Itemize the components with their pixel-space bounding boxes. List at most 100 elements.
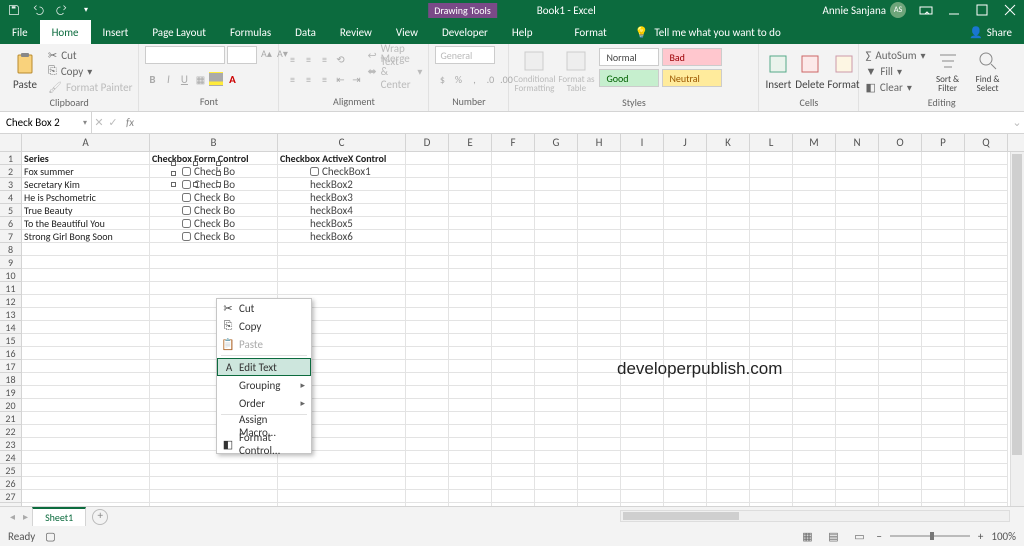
row-header[interactable]: 14 — [0, 321, 22, 334]
cell[interactable] — [406, 165, 449, 178]
cell[interactable] — [664, 399, 707, 412]
cell[interactable] — [750, 230, 793, 243]
cell[interactable] — [492, 165, 535, 178]
cell[interactable] — [578, 425, 621, 438]
col-header[interactable]: G — [535, 134, 578, 151]
cell[interactable] — [707, 282, 750, 295]
cell[interactable] — [750, 438, 793, 451]
cell[interactable] — [750, 269, 793, 282]
cell[interactable] — [22, 321, 150, 334]
cell[interactable] — [492, 490, 535, 503]
row-header[interactable]: 27 — [0, 490, 22, 503]
cell[interactable] — [793, 152, 836, 165]
cell[interactable] — [621, 282, 664, 295]
format-cells-button[interactable]: Format — [829, 46, 859, 96]
find-select-button[interactable]: Find &Select — [970, 46, 1006, 96]
cell[interactable] — [492, 451, 535, 464]
cell[interactable] — [707, 334, 750, 347]
cell[interactable] — [664, 256, 707, 269]
cell[interactable]: Check Bo — [150, 178, 278, 191]
cell[interactable] — [707, 230, 750, 243]
cell[interactable] — [278, 282, 406, 295]
form-checkbox[interactable]: Check Bo — [182, 217, 235, 230]
col-header[interactable]: N — [836, 134, 879, 151]
cell[interactable] — [879, 373, 922, 386]
col-header[interactable]: K — [707, 134, 750, 151]
cell[interactable] — [965, 178, 1008, 191]
row-header[interactable]: 24 — [0, 451, 22, 464]
cell[interactable] — [449, 321, 492, 334]
cell[interactable] — [922, 165, 965, 178]
cell[interactable]: Strong Girl Bong Soon — [22, 230, 150, 243]
zoom-in-button[interactable]: + — [978, 530, 983, 543]
cell[interactable] — [578, 178, 621, 191]
percent-button[interactable]: % — [451, 72, 465, 86]
cell[interactable] — [836, 477, 879, 490]
cell[interactable] — [449, 490, 492, 503]
cell[interactable] — [879, 243, 922, 256]
row-header[interactable]: 8 — [0, 243, 22, 256]
ctx-copy[interactable]: ⎘Copy — [217, 317, 311, 335]
minimize-icon[interactable] — [946, 2, 962, 18]
cell[interactable] — [578, 191, 621, 204]
cell[interactable] — [535, 152, 578, 165]
cell[interactable] — [406, 373, 449, 386]
format-painter-button[interactable]: 🖌Format Painter — [48, 80, 132, 94]
cell[interactable] — [879, 256, 922, 269]
insert-cells-button[interactable]: Insert — [765, 46, 791, 96]
cell[interactable]: Check Bo — [150, 165, 278, 178]
cell[interactable] — [22, 243, 150, 256]
cell[interactable] — [836, 282, 879, 295]
cell[interactable] — [793, 282, 836, 295]
cell[interactable] — [965, 490, 1008, 503]
cell[interactable] — [750, 451, 793, 464]
row-header[interactable]: 10 — [0, 269, 22, 282]
cell[interactable] — [664, 282, 707, 295]
cell[interactable] — [664, 386, 707, 399]
cell[interactable] — [965, 451, 1008, 464]
cell[interactable] — [750, 425, 793, 438]
cell[interactable] — [793, 386, 836, 399]
cell[interactable] — [449, 269, 492, 282]
cell[interactable] — [793, 425, 836, 438]
col-header[interactable]: A — [22, 134, 150, 151]
form-checkbox[interactable]: Check Bo — [182, 204, 235, 217]
cell[interactable] — [578, 412, 621, 425]
cell[interactable] — [750, 334, 793, 347]
sheet-nav-prev[interactable]: ◂ — [6, 510, 19, 523]
cell[interactable] — [535, 243, 578, 256]
cell[interactable] — [965, 256, 1008, 269]
cell[interactable] — [535, 464, 578, 477]
clear-button[interactable]: ◧Clear ▾ — [865, 80, 925, 94]
cell[interactable] — [664, 321, 707, 334]
activex-checkbox[interactable]: heckBox2 — [310, 178, 353, 191]
row-header[interactable]: 3 — [0, 178, 22, 191]
cell[interactable] — [22, 269, 150, 282]
cell[interactable] — [707, 399, 750, 412]
cell[interactable] — [578, 295, 621, 308]
cell[interactable] — [449, 464, 492, 477]
cell[interactable]: True Beauty — [22, 204, 150, 217]
cell[interactable] — [922, 243, 965, 256]
bold-button[interactable]: B — [145, 72, 159, 86]
grow-font-button[interactable]: A▴ — [259, 46, 273, 60]
cell[interactable] — [492, 425, 535, 438]
cell[interactable] — [836, 204, 879, 217]
ctx-format-control[interactable]: ◧Format Control... — [217, 435, 311, 453]
cell[interactable] — [492, 334, 535, 347]
cell[interactable] — [750, 204, 793, 217]
row-header[interactable]: 15 — [0, 334, 22, 347]
cell[interactable] — [492, 412, 535, 425]
cell[interactable]: Check Bo — [150, 230, 278, 243]
cell[interactable] — [965, 477, 1008, 490]
cell[interactable] — [150, 282, 278, 295]
cell[interactable] — [22, 464, 150, 477]
redo-icon[interactable] — [54, 2, 70, 18]
row-header[interactable]: 5 — [0, 204, 22, 217]
cell[interactable] — [492, 243, 535, 256]
cell[interactable] — [836, 438, 879, 451]
cell[interactable] — [492, 178, 535, 191]
col-header[interactable]: C — [278, 134, 406, 151]
cell[interactable] — [449, 360, 492, 373]
cell[interactable] — [664, 464, 707, 477]
